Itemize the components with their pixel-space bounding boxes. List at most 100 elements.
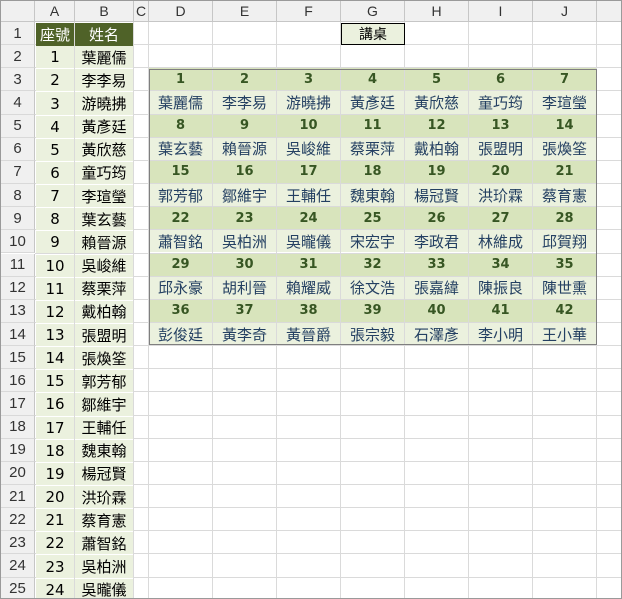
- roster-name-cell[interactable]: 葉麗儒: [75, 46, 133, 69]
- seat-number-cell[interactable]: 10: [277, 114, 340, 137]
- roster-seat-cell[interactable]: 14: [36, 347, 74, 370]
- seat-number-cell[interactable]: 32: [341, 253, 404, 276]
- roster-name-cell[interactable]: 張盟明: [75, 323, 133, 347]
- roster-seat-cell[interactable]: 16: [36, 393, 74, 416]
- seat-number-cell[interactable]: 12: [405, 114, 468, 137]
- seat-name-cell[interactable]: 李李易: [213, 91, 276, 114]
- seat-number-cell[interactable]: 5: [405, 68, 468, 91]
- column-header-e[interactable]: E: [213, 1, 277, 22]
- roster-seat-cell[interactable]: 22: [36, 532, 74, 555]
- seat-number-cell[interactable]: 38: [277, 299, 340, 322]
- column-header-a[interactable]: A: [35, 1, 75, 22]
- seat-number-cell[interactable]: 40: [405, 299, 468, 322]
- roster-seat-cell[interactable]: 13: [36, 323, 74, 347]
- row-header-13[interactable]: 13: [1, 299, 35, 323]
- seat-name-cell[interactable]: 陳世熏: [533, 276, 596, 299]
- seat-name-cell[interactable]: 宋宏宇: [341, 230, 404, 253]
- seat-number-cell[interactable]: 8: [149, 114, 212, 137]
- row-header-11[interactable]: 11: [1, 253, 35, 277]
- seat-name-cell[interactable]: 吳曨儀: [277, 230, 340, 253]
- row-header-21[interactable]: 21: [1, 485, 35, 509]
- row-header-18[interactable]: 18: [1, 415, 35, 439]
- column-header-c[interactable]: C: [134, 1, 149, 22]
- seat-name-cell[interactable]: 張嘉緯: [405, 276, 468, 299]
- row-header-23[interactable]: 23: [1, 531, 35, 555]
- roster-name-cell[interactable]: 楊冠賢: [75, 462, 133, 485]
- roster-seat-cell[interactable]: 4: [36, 115, 74, 138]
- seat-name-cell[interactable]: 邱賀翔: [533, 230, 596, 253]
- row-header-25[interactable]: 25: [1, 577, 35, 598]
- seat-name-cell[interactable]: 黃晉爵: [277, 322, 340, 346]
- row-header-19[interactable]: 19: [1, 438, 35, 462]
- roster-seat-cell[interactable]: 17: [36, 416, 74, 439]
- roster-name-cell[interactable]: 戴柏翰: [75, 300, 133, 323]
- roster-seat-cell[interactable]: 1: [36, 46, 74, 69]
- seat-number-cell[interactable]: 17: [277, 160, 340, 184]
- roster-seat-cell[interactable]: 15: [36, 370, 74, 393]
- roster-name-cell[interactable]: 洪玠霖: [75, 486, 133, 509]
- column-header-b[interactable]: B: [75, 1, 134, 22]
- seat-name-cell[interactable]: 李政君: [405, 230, 468, 253]
- seat-number-cell[interactable]: 39: [341, 299, 404, 322]
- seat-name-cell[interactable]: 吳柏洲: [213, 230, 276, 253]
- seat-number-cell[interactable]: 19: [405, 160, 468, 184]
- roster-seat-cell[interactable]: 2: [36, 69, 74, 92]
- seat-number-cell[interactable]: 31: [277, 253, 340, 276]
- roster-header-seat[interactable]: 座號: [36, 23, 74, 46]
- seat-number-cell[interactable]: 14: [533, 114, 596, 137]
- roster-name-cell[interactable]: 游曉拂: [75, 92, 133, 115]
- seat-number-cell[interactable]: 24: [277, 207, 340, 230]
- seat-number-cell[interactable]: 2: [213, 68, 276, 91]
- row-header-8[interactable]: 8: [1, 184, 35, 208]
- roster-name-cell[interactable]: 黃欣慈: [75, 138, 133, 161]
- seat-name-cell[interactable]: 張煥筌: [533, 137, 596, 160]
- seat-number-cell[interactable]: 1: [149, 68, 212, 91]
- roster-name-cell[interactable]: 葉玄藝: [75, 208, 133, 231]
- roster-seat-cell[interactable]: 20: [36, 486, 74, 509]
- roster-name-cell[interactable]: 鄒維宇: [75, 393, 133, 416]
- seat-number-cell[interactable]: 28: [533, 207, 596, 230]
- row-header-12[interactable]: 12: [1, 276, 35, 300]
- seat-name-cell[interactable]: 鄒維宇: [213, 184, 276, 207]
- roster-seat-cell[interactable]: 8: [36, 208, 74, 231]
- row-header-6[interactable]: 6: [1, 137, 35, 161]
- roster-name-cell[interactable]: 黃彥廷: [75, 115, 133, 138]
- seat-number-cell[interactable]: 35: [533, 253, 596, 276]
- seat-name-cell[interactable]: 黃李奇: [213, 322, 276, 346]
- row-header-17[interactable]: 17: [1, 392, 35, 416]
- seat-number-cell[interactable]: 4: [341, 68, 404, 91]
- seat-name-cell[interactable]: 黃欣慈: [405, 91, 468, 114]
- seat-number-cell[interactable]: 29: [149, 253, 212, 276]
- seat-name-cell[interactable]: 張宗毅: [341, 322, 404, 346]
- seat-number-cell[interactable]: 30: [213, 253, 276, 276]
- row-header-10[interactable]: 10: [1, 230, 35, 254]
- seat-name-cell[interactable]: 蕭智銘: [149, 230, 212, 253]
- roster-name-cell[interactable]: 王輔任: [75, 416, 133, 439]
- seat-name-cell[interactable]: 陳振良: [469, 276, 532, 299]
- row-header-14[interactable]: 14: [1, 322, 35, 347]
- seat-name-cell[interactable]: 葉麗儒: [149, 91, 212, 114]
- roster-name-cell[interactable]: 李李易: [75, 69, 133, 92]
- seat-name-cell[interactable]: 林維成: [469, 230, 532, 253]
- seat-name-cell[interactable]: 葉玄藝: [149, 137, 212, 160]
- seat-number-cell[interactable]: 42: [533, 299, 596, 322]
- seat-number-cell[interactable]: 15: [149, 160, 212, 184]
- seat-number-cell[interactable]: 3: [277, 68, 340, 91]
- seat-number-cell[interactable]: 23: [213, 207, 276, 230]
- roster-name-cell[interactable]: 蕭智銘: [75, 532, 133, 555]
- seat-name-cell[interactable]: 胡利晉: [213, 276, 276, 299]
- seat-number-cell[interactable]: 26: [405, 207, 468, 230]
- column-header-i[interactable]: I: [469, 1, 533, 22]
- seat-name-cell[interactable]: 王輔任: [277, 184, 340, 207]
- seat-name-cell[interactable]: 童巧筠: [469, 91, 532, 114]
- seat-number-cell[interactable]: 27: [469, 207, 532, 230]
- roster-header-name[interactable]: 姓名: [75, 23, 133, 46]
- seat-name-cell[interactable]: 魏東翰: [341, 184, 404, 207]
- row-header-1[interactable]: 1: [1, 22, 35, 46]
- seat-name-cell[interactable]: 李小明: [469, 322, 532, 346]
- seat-number-cell[interactable]: 22: [149, 207, 212, 230]
- roster-seat-cell[interactable]: 19: [36, 462, 74, 485]
- seat-number-cell[interactable]: 7: [533, 68, 596, 91]
- roster-name-cell[interactable]: 吳曨儀: [75, 578, 133, 598]
- column-header-d[interactable]: D: [149, 1, 213, 22]
